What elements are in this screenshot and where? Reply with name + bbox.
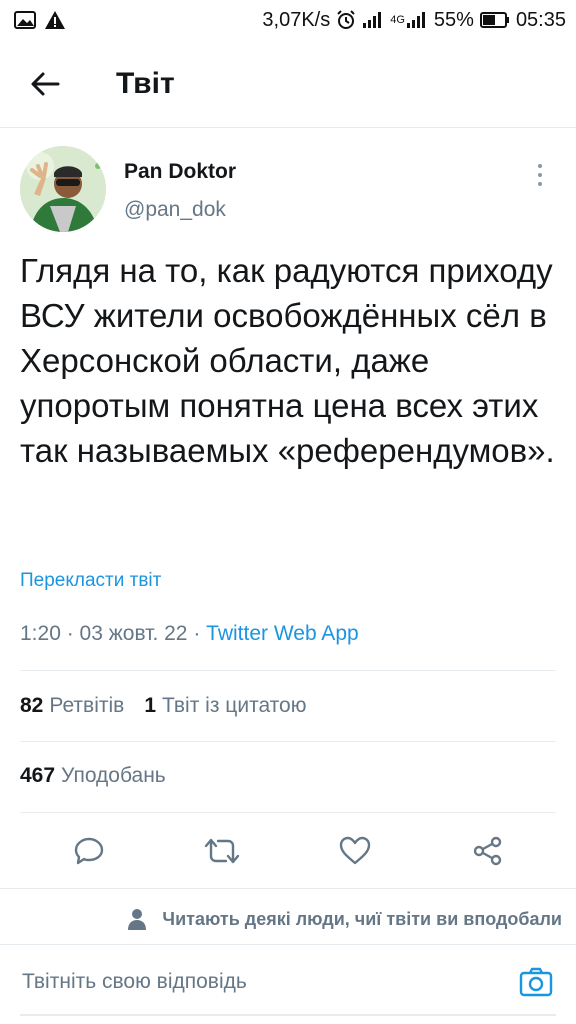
tweet-text: Глядя на то, как радуются приходу ВСУ жи…: [20, 252, 555, 469]
arrow-left-icon: [31, 72, 60, 95]
likes-stat[interactable]: 467 Уподобань: [20, 764, 166, 788]
warning-icon: [44, 10, 66, 30]
reply-input[interactable]: Твітніть свою відповідь: [20, 970, 516, 994]
share-icon: [473, 836, 501, 866]
retweets-count: 82: [20, 694, 44, 717]
battery-icon: [479, 12, 510, 28]
camera-button[interactable]: [516, 962, 556, 1002]
network-speed: 3,07K/s: [262, 8, 331, 31]
reply-composer[interactable]: Твітніть свою відповідь: [20, 950, 556, 1016]
alarm-icon: [336, 10, 356, 30]
likes-label: Уподобань: [61, 764, 166, 787]
retweet-stats: 82 Ретвітів 1 Твіт із цитатою: [20, 694, 306, 718]
meta-separator: ·: [187, 622, 207, 645]
app-bar: Твіт: [0, 40, 576, 128]
quotes-label: Твіт із цитатою: [162, 694, 307, 717]
author-handle[interactable]: @pan_dok: [124, 198, 226, 222]
retweet-button[interactable]: [192, 821, 252, 881]
quotes-stat[interactable]: 1 Твіт із цитатою: [144, 694, 306, 718]
share-button[interactable]: [458, 821, 518, 881]
reply-button[interactable]: [59, 821, 119, 881]
divider: [20, 741, 556, 742]
notice-text: Читають деякі люди, чиї твіти ви вподоба…: [162, 908, 562, 929]
person-icon: [128, 909, 147, 930]
image-icon: [14, 11, 36, 29]
comment-icon: [74, 837, 103, 865]
clock: 05:35: [515, 8, 566, 31]
camera-icon: [519, 967, 553, 997]
status-bar: 3,07K/s 4G 55% 05:35: [0, 0, 576, 40]
like-button[interactable]: [325, 821, 385, 881]
battery-percent: 55%: [433, 8, 474, 31]
heart-icon: [339, 836, 370, 865]
divider: [20, 670, 556, 671]
retweet-icon: [204, 838, 239, 864]
retweets-stat[interactable]: 82 Ретвітів: [20, 694, 124, 718]
reply-audience-notice: Читають деякі люди, чиї твіти ви вподоба…: [0, 896, 576, 942]
signal-4g-icon: 4G: [390, 11, 428, 29]
likes-stats: 467 Уподобань: [20, 764, 166, 788]
retweets-label: Ретвітів: [49, 694, 125, 717]
tweet-time: 1:20: [20, 622, 61, 645]
signal-icon: [362, 11, 384, 29]
translate-tweet-link[interactable]: Перекласти твіт: [20, 570, 161, 592]
divider: [20, 812, 556, 813]
divider: [0, 944, 576, 945]
divider: [0, 888, 576, 889]
likes-count: 467: [20, 764, 56, 787]
meta-separator: ·: [60, 622, 80, 645]
more-options-icon[interactable]: [528, 160, 552, 190]
quotes-count: 1: [144, 694, 156, 717]
tweet-author: Pan Doktor @pan_dok: [20, 146, 556, 238]
avatar[interactable]: [20, 146, 106, 232]
author-name[interactable]: Pan Doktor: [124, 160, 236, 184]
tweet-meta: 1:20 · 03 жовт. 22 · Twitter Web App: [20, 622, 359, 646]
back-button[interactable]: [0, 40, 90, 128]
tweet-source-link[interactable]: Twitter Web App: [206, 622, 359, 645]
network-type: 4G: [390, 14, 405, 26]
tweet-date: 03 жовт. 22: [79, 622, 188, 645]
page-title: Твіт: [116, 66, 175, 100]
tweet-actions: [0, 818, 576, 884]
